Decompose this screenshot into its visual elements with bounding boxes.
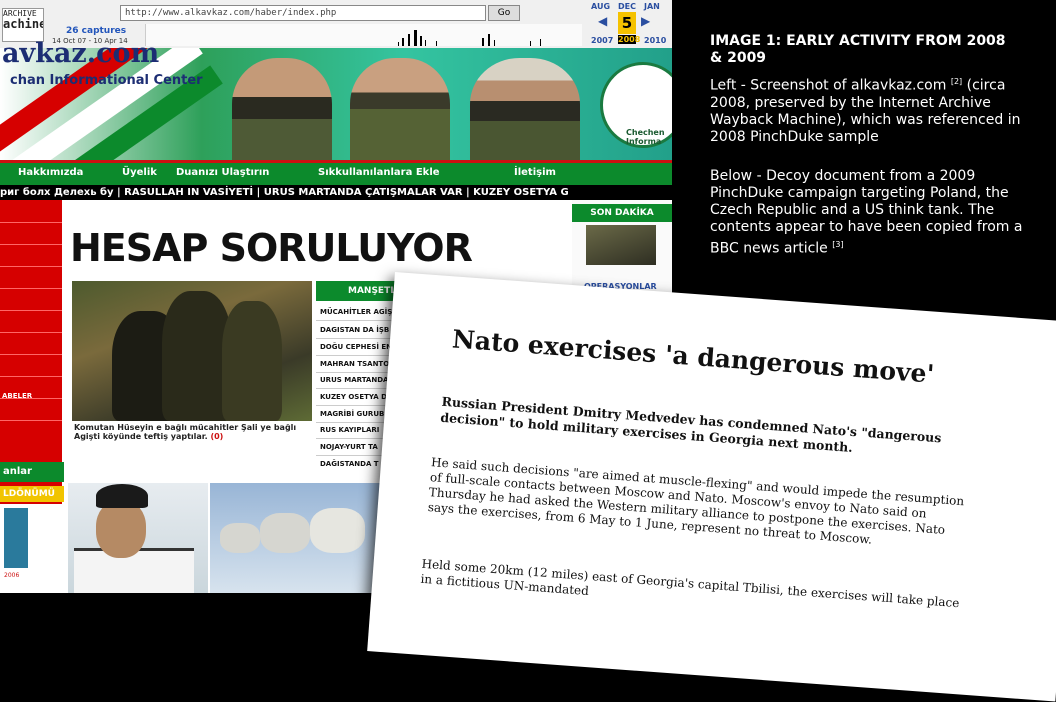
banner-figure xyxy=(232,58,332,160)
menu-divider xyxy=(0,332,62,333)
annotation-paragraph-below: Below - Decoy document from a 2009 Pinch… xyxy=(710,168,1040,258)
wayback-url-input[interactable]: http://www.alkavkaz.com/haber/index.php xyxy=(120,5,486,21)
headline-link[interactable]: MAHRAN TSANTO xyxy=(320,360,389,368)
nav-item-favorites[interactable]: Sıkkullanılanlara Ekle xyxy=(318,167,440,178)
timeline-tick xyxy=(482,38,484,46)
horse-figure xyxy=(220,523,260,553)
banner-figure xyxy=(350,58,450,160)
timeline-tick xyxy=(414,30,417,46)
decoy-lead: Russian President Dmitry Medvedev has co… xyxy=(439,393,942,455)
timeline-tick xyxy=(530,41,531,46)
site-nav: Hakkımızda Üyelik Duanızı Ulaştırın Sıkk… xyxy=(0,160,672,185)
wayback-current-month: DEC xyxy=(618,2,636,11)
headline-link[interactable]: MAGRİBİ GURUB xyxy=(320,410,384,418)
nav-item-about[interactable]: Hakkımızda xyxy=(18,167,83,178)
wayback-next-month[interactable]: JAN xyxy=(644,2,660,11)
wayback-prev-month[interactable]: AUG xyxy=(591,2,610,11)
left-widget-year: 2006 xyxy=(4,572,20,579)
wayback-prev-year[interactable]: 2007 xyxy=(591,36,613,45)
decoy-document: Nato exercises 'a dangerous move' Russia… xyxy=(367,272,1056,702)
annotation-title: IMAGE 1: EARLY ACTIVITY FROM 2008 & 2009 xyxy=(710,33,1006,66)
annotation-ref-3: [3] xyxy=(832,240,844,249)
horse-figure xyxy=(310,508,365,553)
decoy-headline: Nato exercises 'a dangerous move' xyxy=(451,324,936,389)
menu-divider xyxy=(0,244,62,245)
comment-count[interactable]: (0) xyxy=(210,432,223,441)
menu-divider xyxy=(0,420,62,421)
horses-photo[interactable] xyxy=(210,483,390,593)
news-ticker[interactable]: риг болх Делехь бу | RASULLAH IN VASİYET… xyxy=(0,185,672,200)
headline-link[interactable]: MÜCAHİTLER AGİŞ xyxy=(320,308,392,316)
breaking-news-thumbnail[interactable] xyxy=(586,225,656,265)
headline-link[interactable]: DOĞU CEPHESİ EN xyxy=(320,343,392,351)
menu-divider xyxy=(0,222,62,223)
timeline-tick xyxy=(425,40,426,46)
timeline-tick xyxy=(402,38,404,46)
breaking-news-header: SON DAKİKA xyxy=(572,204,672,222)
wayback-prev-arrow-icon[interactable]: ◀ xyxy=(598,14,607,28)
menu-divider xyxy=(0,288,62,289)
menu-divider xyxy=(0,376,62,377)
timeline-tick xyxy=(420,36,422,46)
main-headline[interactable]: HESAP SORULUYOR xyxy=(70,226,473,270)
decoy-paragraph: He said such decisions "are aimed at mus… xyxy=(427,455,965,547)
menu-divider xyxy=(0,310,62,311)
commander-face xyxy=(96,500,146,558)
fighters-photo[interactable] xyxy=(72,281,312,421)
decoy-paragraph: Held some 20km (12 miles) east of Georgi… xyxy=(420,556,960,611)
annotation-para2-text: Below - Decoy document from a 2009 Pinch… xyxy=(710,168,1023,257)
wayback-current-day: 5 xyxy=(618,12,636,34)
wayback-logo-line2: achine xyxy=(3,17,44,31)
wayback-timeline[interactable] xyxy=(145,24,582,46)
headline-link[interactable]: DAĞISTANDA T xyxy=(320,460,379,468)
menu-divider xyxy=(0,266,62,267)
left-section-anlar[interactable]: anlar xyxy=(0,462,65,482)
wayback-go-button[interactable]: Go xyxy=(488,5,520,21)
fighter-figure xyxy=(222,301,282,421)
left-section-donum[interactable]: LDÖNÜMÜ xyxy=(0,486,65,502)
annotation-para1-text: Left - Screenshot of alkavkaz.com xyxy=(710,77,947,94)
annotation-paragraph-left: Left - Screenshot of alkavkaz.com [2] (c… xyxy=(710,73,1040,146)
photo-caption: Komutan Hüseyin e bağlı mücahitler Şali … xyxy=(74,423,314,441)
menu-divider xyxy=(0,354,62,355)
wayback-logo[interactable]: ARCHIVE achine xyxy=(2,8,44,42)
timeline-tick xyxy=(436,41,437,46)
timeline-tick xyxy=(398,42,399,46)
site-name[interactable]: avkaz.com xyxy=(2,38,159,69)
commander-cap xyxy=(96,484,148,508)
horse-figure xyxy=(260,513,310,553)
wayback-current-year: 2008 xyxy=(618,35,641,44)
site-subtitle: chan Informational Center xyxy=(10,73,203,88)
timeline-tick xyxy=(408,34,410,46)
wayback-next-year[interactable]: 2010 xyxy=(644,36,666,45)
timeline-tick xyxy=(540,39,541,46)
wayback-next-arrow-icon[interactable]: ▶ xyxy=(641,14,650,28)
headline-link[interactable]: NOJAY-YURT TA xyxy=(320,443,378,451)
photo-caption-text: Komutan Hüseyin e bağlı mücahitler Şali … xyxy=(74,423,297,441)
headline-link[interactable]: RUS KAYIPLARI xyxy=(320,426,379,434)
annotation-ref-2: [2] xyxy=(950,77,963,86)
left-widget-image xyxy=(4,508,28,568)
headline-link[interactable]: KUZEY OSETYA D xyxy=(320,393,387,401)
headline-link[interactable]: URUS MARTANDA xyxy=(320,376,388,384)
nav-item-membership[interactable]: Üyelik xyxy=(122,167,157,178)
wayback-captures-link[interactable]: 26 captures xyxy=(66,26,126,36)
timeline-tick xyxy=(488,34,490,46)
headline-link[interactable]: DAGISTAN DA İŞB xyxy=(320,326,389,334)
nav-item-prayer[interactable]: Duanızı Ulaştırın xyxy=(176,167,269,178)
left-menu-item[interactable]: ABELER xyxy=(2,392,32,400)
timeline-tick xyxy=(494,40,495,46)
banner-figure xyxy=(470,58,580,160)
emblem-text: Chechen Informa xyxy=(626,128,665,146)
nav-item-contact[interactable]: İletişim xyxy=(514,167,556,178)
